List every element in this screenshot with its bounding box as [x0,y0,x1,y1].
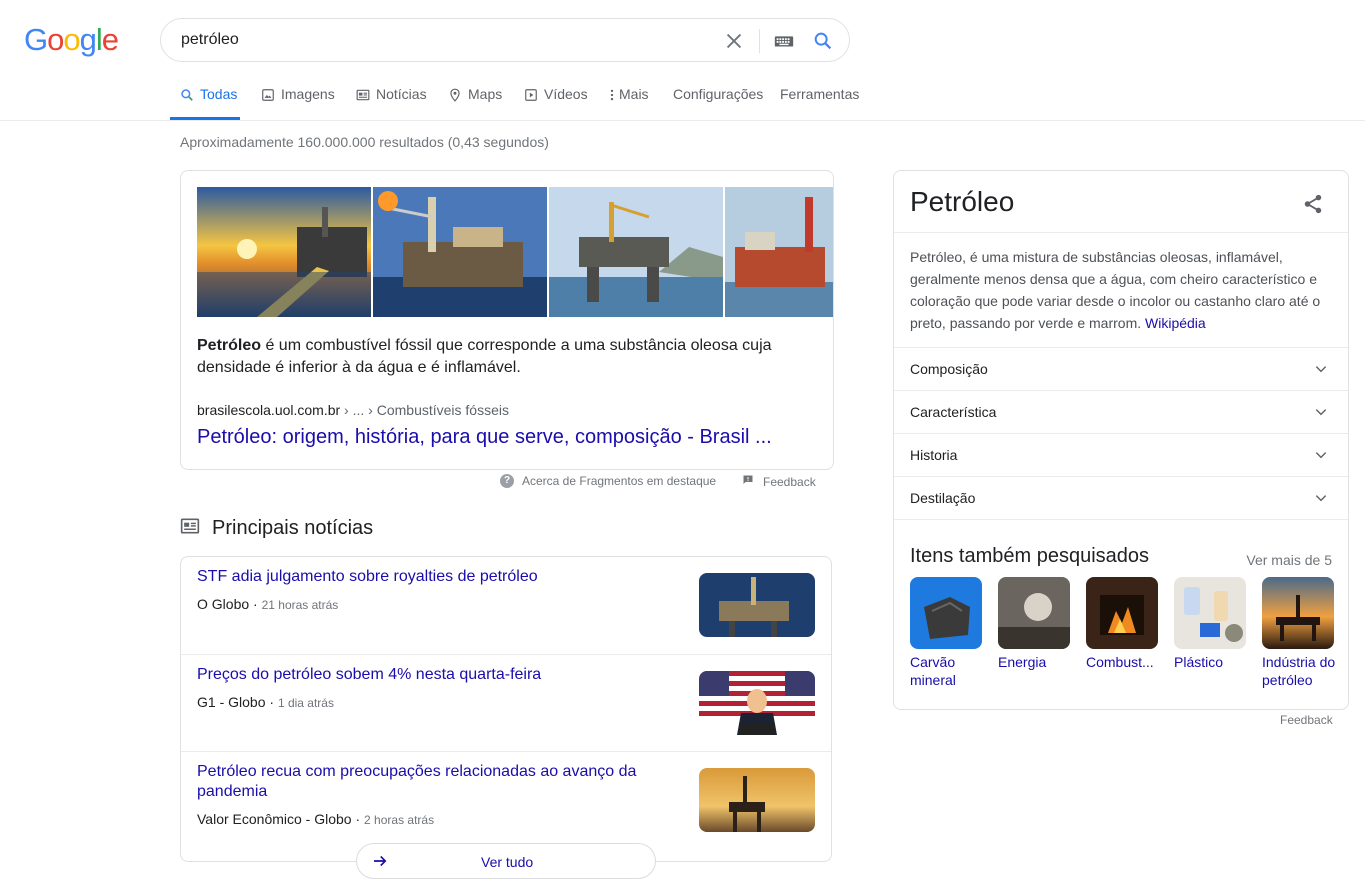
panel-divider [894,232,1348,233]
see-all-news-button[interactable]: Ver tudo [356,843,656,879]
pasf-item-industria[interactable]: Indústria do petróleo [1262,577,1335,689]
feedback-icon [742,474,754,489]
chevron-down-icon [1314,491,1328,510]
top-stories-header: Principais notícias [180,516,373,541]
tab-label: Mais [619,86,649,102]
image-icon [261,86,275,105]
news-icon [180,516,200,541]
panel-divider [894,519,1348,520]
snippet-feedback[interactable]: Feedback [742,474,816,489]
search-icon[interactable] [812,30,834,52]
pasf-item-combustivel[interactable]: Combust... [1086,577,1158,671]
panel-row-composicao[interactable]: Composição [894,348,1348,391]
pasf-item-energia[interactable]: Energia [998,577,1070,671]
news-thumbnail[interactable] [699,573,815,637]
pasf-image [1262,577,1334,649]
pasf-image [1086,577,1158,649]
map-pin-icon [448,86,462,106]
snippet-title-link[interactable]: Petróleo: origem, história, para que ser… [197,426,772,449]
share-icon[interactable] [1302,193,1324,220]
tab-label: Imagens [281,86,335,102]
snippet-image[interactable] [197,187,371,317]
tab-noticias[interactable]: Notícias [356,86,427,120]
clear-icon[interactable] [723,30,745,52]
chevron-down-icon [1314,448,1328,467]
google-logo[interactable]: Google [24,22,119,58]
news-item[interactable]: Preços do petróleo sobem 4% nesta quarta… [181,654,831,752]
tab-maps[interactable]: Maps [448,86,502,120]
panel-title: Petróleo [910,186,1015,217]
snippet-image[interactable] [373,187,547,317]
keyboard-icon[interactable] [773,30,795,52]
panel-row-destilacao[interactable]: Destilação [894,477,1348,520]
panel-row-caracteristica[interactable]: Característica [894,391,1348,434]
pasf-image [998,577,1070,649]
panel-row-historia[interactable]: Historia [894,434,1348,477]
top-stories-title: Principais notícias [212,517,374,539]
see-more-link[interactable]: Ver mais de 5 [1246,552,1332,568]
snippet-image[interactable] [549,187,723,317]
snippet-cite: brasilescola.uol.com.br › ... › Combustí… [197,402,509,418]
news-title[interactable]: STF adia julgamento sobre royalties de p… [197,567,667,587]
search-multicolor-icon [180,86,194,105]
news-source: O Globo · 21 horas atrás [197,596,339,612]
top-stories-box: STF adia julgamento sobre royalties de p… [180,556,832,862]
search-input[interactable] [181,29,701,51]
tab-label: Notícias [376,86,427,102]
search-divider [759,29,760,53]
tab-ferramentas[interactable]: Ferramentas [780,86,859,120]
tab-configuracoes[interactable]: Configurações [673,86,763,120]
search-box [160,18,850,62]
pasf-item-carvao[interactable]: Carvão mineral [910,577,982,689]
news-item[interactable]: STF adia julgamento sobre royalties de p… [181,557,831,654]
pasf-image [1174,577,1246,649]
snippet-text: Petróleo é um combustível fóssil que cor… [197,337,772,376]
chevron-down-icon [1314,362,1328,381]
pasf-item-plastico[interactable]: Plástico [1174,577,1246,671]
tab-label: Configurações [673,86,764,102]
panel-feedback-link[interactable]: Feedback [1280,713,1333,727]
result-stats: Aproximadamente 160.000.000 resultados (… [180,134,549,150]
tab-label: Ferramentas [780,86,860,102]
help-icon: ? [500,474,514,488]
knowledge-panel: Petróleo Petróleo, é uma mistura de subs… [893,170,1349,710]
news-title[interactable]: Preços do petróleo sobem 4% nesta quarta… [197,665,667,685]
pasf-image [910,577,982,649]
snippet-image[interactable] [725,187,833,317]
wikipedia-link[interactable]: Wikipédia [1145,315,1206,331]
arrow-right-icon [371,852,389,873]
tab-imagens[interactable]: Imagens [261,86,335,120]
news-source: G1 - Globo · 1 dia atrás [197,694,334,710]
tab-label: Maps [468,86,503,102]
tab-label: Todas [200,86,238,102]
tab-todas[interactable]: Todas [170,86,240,120]
tab-mais[interactable]: Mais [609,86,649,120]
news-title[interactable]: Petróleo recua com preocupações relacion… [197,762,667,802]
news-icon [356,86,370,105]
video-icon [524,86,538,105]
chevron-down-icon [1314,405,1328,424]
news-thumbnail[interactable] [699,671,815,735]
snippet-about[interactable]: ? Acerca de Fragmentos em destaque [500,474,716,488]
featured-snippet: Petróleo é um combustível fóssil que cor… [180,170,834,470]
news-thumbnail[interactable] [699,768,815,832]
news-source: Valor Econômico - Globo · 2 horas atrás [197,811,435,827]
panel-description: Petróleo, é uma mistura de substâncias o… [910,249,1321,331]
header-divider [0,120,1365,121]
tab-videos[interactable]: Vídeos [524,86,588,120]
people-also-search-title: Itens também pesquisados [910,545,1150,567]
tab-label: Vídeos [544,86,588,102]
more-vert-icon [609,86,615,105]
